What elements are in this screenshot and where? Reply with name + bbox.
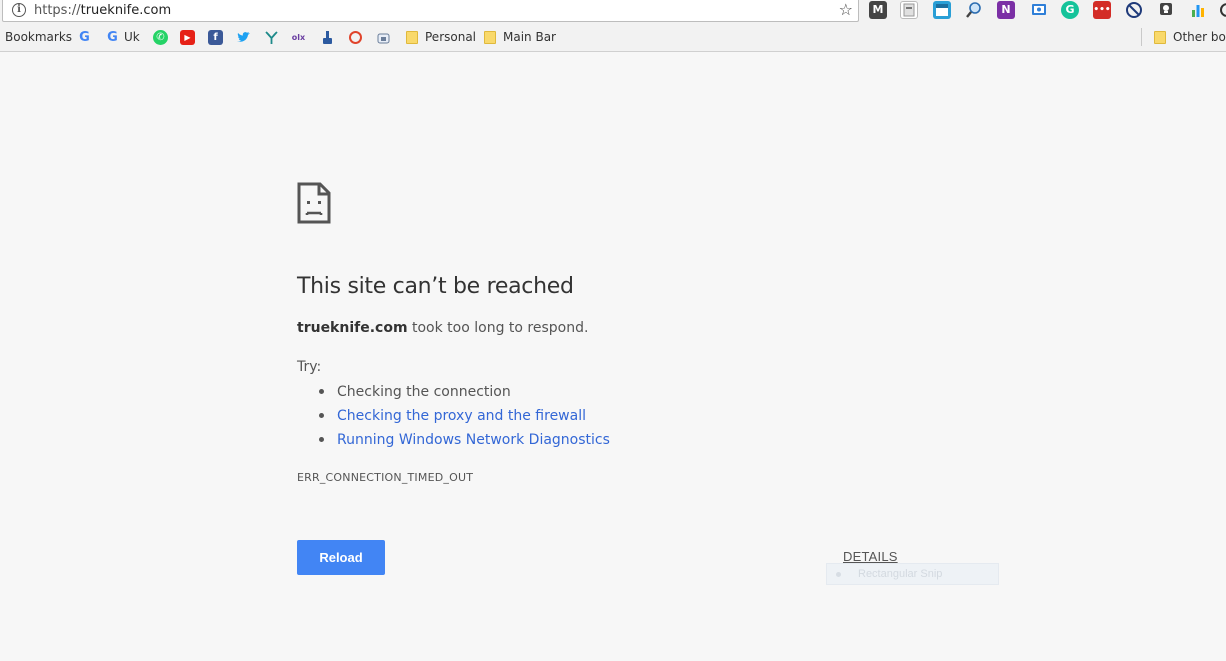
bookmarks-separator — [1141, 28, 1142, 46]
info-icon[interactable]: i — [12, 3, 26, 17]
facebook-icon[interactable]: f — [208, 30, 223, 45]
reload-button[interactable]: Reload — [297, 540, 385, 575]
grammarly-icon[interactable]: G — [1061, 1, 1079, 19]
bookmark-folder-main-bar[interactable]: Main Bar — [503, 29, 556, 45]
error-host: trueknife.com — [297, 320, 408, 336]
suggestion-network-diagnostics-link[interactable]: Running Windows Network Diagnostics — [297, 428, 610, 452]
google-icon[interactable]: G — [105, 30, 120, 45]
suggestion-check-proxy-link[interactable]: Checking the proxy and the firewall — [297, 404, 610, 428]
url-text[interactable]: https://trueknife.com — [34, 2, 171, 19]
tree-icon[interactable] — [264, 30, 279, 45]
chrome-menu-edge-icon[interactable] — [1218, 1, 1226, 19]
chart-icon[interactable] — [1189, 1, 1207, 19]
address-bar[interactable]: i https://trueknife.com ☆ — [2, 0, 859, 22]
olx-icon[interactable]: olx — [291, 30, 306, 45]
bookmarks-label[interactable]: Bookmarks — [5, 29, 72, 45]
opera-icon[interactable] — [348, 30, 363, 45]
onenote-icon[interactable]: N — [997, 1, 1015, 19]
window-icon[interactable] — [933, 1, 951, 19]
hand-icon[interactable] — [320, 30, 335, 45]
twitter-icon[interactable] — [236, 30, 251, 45]
error-title: This site can’t be reached — [297, 274, 574, 299]
bookmark-uk[interactable]: Uk — [124, 29, 140, 45]
bookmarks-bar: Bookmarks G G Uk ✆ ▶ f olx Personal Main… — [0, 26, 1226, 48]
error-description: trueknife.com took too long to respond. — [297, 318, 588, 338]
suggestions-list: Checking the connection Checking the pro… — [297, 380, 610, 452]
sad-page-icon — [297, 182, 331, 224]
suggestion-check-connection: Checking the connection — [297, 380, 610, 404]
magnifier-icon[interactable] — [965, 1, 983, 19]
store-icon[interactable] — [376, 30, 391, 45]
bookmark-folder-personal[interactable]: Personal — [425, 29, 476, 45]
bookmark-other-bookmarks[interactable]: Other boo — [1173, 29, 1226, 45]
gmail-m-icon[interactable]: M — [869, 1, 887, 19]
folder-icon — [406, 31, 418, 44]
error-message: took too long to respond. — [407, 320, 589, 336]
youtube-icon[interactable]: ▶ — [180, 30, 195, 45]
browser-chrome: i https://trueknife.com ☆ M N G ••• Book… — [0, 0, 1226, 52]
folder-icon — [1154, 31, 1166, 44]
bookmark-star-icon[interactable]: ☆ — [839, 1, 853, 19]
snip-dot-icon — [836, 572, 841, 577]
lastpass-icon[interactable]: ••• — [1093, 1, 1111, 19]
folder-icon — [484, 31, 496, 44]
url-scheme: https:// — [34, 3, 81, 18]
google-icon[interactable]: G — [77, 30, 92, 45]
snip-tooltip-text: Rectangular Snip — [858, 568, 943, 580]
lightbulb-icon[interactable] — [1157, 1, 1175, 19]
block-icon[interactable] — [1125, 1, 1143, 19]
rectangular-snip-tooltip: Rectangular Snip — [826, 563, 999, 585]
url-host: trueknife.com — [80, 3, 172, 18]
document-icon[interactable] — [900, 1, 918, 19]
screen-icon[interactable] — [1030, 1, 1048, 19]
whatsapp-icon[interactable]: ✆ — [153, 30, 168, 45]
error-code: ERR_CONNECTION_TIMED_OUT — [297, 471, 474, 484]
try-label: Try: — [297, 359, 322, 375]
